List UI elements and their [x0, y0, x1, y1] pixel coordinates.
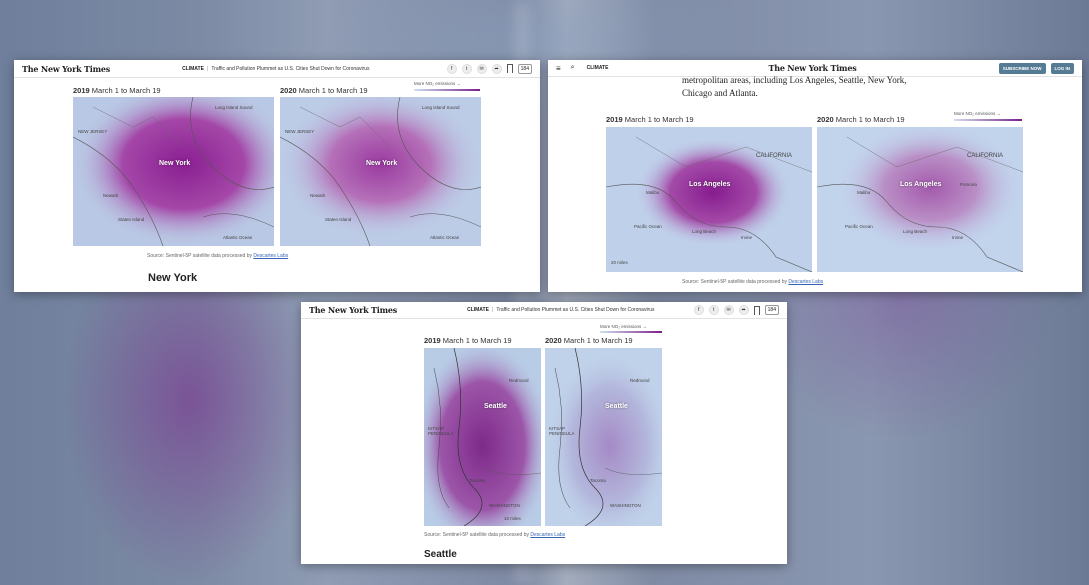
nyt-logo[interactable]: The New York Times: [22, 64, 110, 74]
subscribe-button[interactable]: SUBSCRIBE NOW: [998, 62, 1046, 74]
emissions-legend: More NO₂ emissions →: [954, 111, 1002, 116]
map-label: CALIFORNIA: [756, 153, 793, 159]
emissions-legend-bar: [414, 89, 480, 91]
seattle-map-2019: Seattle Redmond KITSAP PENINSULA Tacoma …: [424, 348, 541, 526]
article-headline: Traffic and Pollution Plummet as U.S. Ci…: [496, 307, 655, 313]
source-note: Source: Sentinel-5P satellite data proce…: [682, 279, 824, 285]
facebook-icon[interactable]: f: [693, 305, 704, 315]
map-label: Malibu: [646, 190, 660, 195]
nyt-window-los-angeles: ≡ ⌕ CLIMATE The New York Times SUBSCRIBE…: [548, 60, 1082, 292]
map-label: KITSAP PENINSULA: [428, 426, 454, 436]
comments-button[interactable]: 184: [764, 305, 779, 315]
city-label: Los Angeles: [689, 181, 731, 188]
menu-icon[interactable]: ≡: [556, 64, 561, 73]
la-map-2019: Los Angeles CALIFORNIA Malibu Pacific Oc…: [606, 127, 812, 272]
article-body: metropolitan areas, including Los Angele…: [682, 75, 907, 98]
twitter-icon[interactable]: t: [461, 63, 472, 74]
email-icon[interactable]: ✉: [476, 63, 487, 74]
ny-map-2019: New York NEW JERSEY Long Island Sound Ne…: [73, 97, 274, 246]
map-label: Newark: [310, 193, 326, 198]
map-caption-2020: 2020 March 1 to March 19: [280, 86, 368, 95]
email-icon[interactable]: ✉: [723, 305, 734, 315]
nyt-logo[interactable]: The New York Times: [768, 63, 856, 73]
seattle-map-2020: Seattle Redmond KITSAP PENINSULA Tacoma …: [545, 348, 662, 526]
share-icon[interactable]: ➦: [491, 63, 502, 74]
emissions-legend-bar: [954, 119, 1022, 121]
map-label: Pacific Ocean: [845, 224, 873, 229]
scale-label: 10 miles: [504, 516, 521, 521]
section-heading: New York: [148, 272, 198, 284]
article-headline: Traffic and Pollution Plummet as U.S. Ci…: [211, 65, 370, 72]
scale-label: 20 miles: [611, 260, 628, 265]
descartes-labs-link[interactable]: Descartes Labs: [788, 279, 823, 285]
share-icon[interactable]: ➦: [738, 305, 749, 315]
source-note: Source: Sentinel-5P satellite data proce…: [424, 532, 566, 538]
map-caption-2019: 2019 March 1 to March 19: [424, 336, 512, 345]
section-link[interactable]: CLIMATE: [467, 307, 489, 313]
search-icon[interactable]: ⌕: [571, 64, 575, 72]
facebook-icon[interactable]: f: [446, 63, 457, 74]
map-label: Irvine: [741, 235, 753, 240]
map-label: Staten Island: [325, 217, 352, 222]
map-label: CALIFORNIA: [967, 153, 1004, 159]
ny-map-2020: New York NEW JERSEY Long Island Sound Ne…: [280, 97, 481, 246]
descartes-labs-link[interactable]: Descartes Labs: [530, 532, 565, 538]
comments-button[interactable]: 184: [517, 63, 532, 74]
map-caption-2020: 2020 March 1 to March 19: [545, 336, 633, 345]
map-label: Atlantic Ocean: [430, 235, 460, 240]
map-label: WASHINGTON: [610, 503, 641, 508]
city-label: New York: [159, 160, 191, 167]
map-label: Long Island Sound: [215, 105, 253, 110]
map-label: KITSAP PENINSULA: [549, 426, 575, 436]
map-label: Malibu: [857, 190, 871, 195]
map-label: Staten Island: [118, 217, 145, 222]
city-label: New York: [366, 160, 398, 167]
map-caption-2019: 2019 March 1 to March 19: [73, 86, 161, 95]
map-label: Pomona: [960, 182, 977, 187]
map-label: WASHINGTON: [489, 503, 520, 508]
map-label: Atlantic Ocean: [223, 235, 253, 240]
nyt-window-new-york: The New York Times CLIMATE | Traffic and…: [14, 60, 540, 292]
login-button[interactable]: LOG IN: [1050, 62, 1074, 74]
la-map-2020: Los Angeles CALIFORNIA Malibu Pacific Oc…: [817, 127, 1023, 272]
section-link[interactable]: CLIMATE: [182, 66, 204, 72]
city-label: Seattle: [484, 403, 507, 410]
section-link[interactable]: CLIMATE: [587, 65, 609, 71]
source-note: Source: Sentinel-5P satellite data proce…: [147, 253, 289, 259]
city-label: Seattle: [605, 403, 628, 410]
map-label: Tacoma: [469, 478, 485, 483]
emissions-legend: More NO₂ emissions →: [414, 81, 462, 86]
nyt-header: The New York Times CLIMATE | Traffic and…: [301, 302, 787, 319]
descartes-labs-link[interactable]: Descartes Labs: [253, 253, 288, 259]
map-label: Long Beach: [903, 229, 928, 234]
bookmark-icon[interactable]: [506, 64, 513, 73]
map-label: Redmond: [630, 378, 650, 383]
section-heading: Seattle: [424, 549, 457, 560]
emissions-legend: More NO₂ emissions →: [600, 324, 648, 329]
map-caption-2019: 2019 March 1 to March 19: [606, 115, 694, 124]
twitter-icon[interactable]: t: [708, 305, 719, 315]
emissions-legend-bar: [600, 331, 662, 333]
map-label: NEW JERSEY: [285, 129, 315, 134]
bookmark-icon[interactable]: [753, 305, 760, 315]
map-label: Pacific Ocean: [634, 224, 662, 229]
city-label: Los Angeles: [900, 181, 942, 188]
nyt-header: The New York Times CLIMATE | Traffic and…: [14, 60, 540, 78]
map-label: NEW JERSEY: [78, 129, 108, 134]
map-label: Long Island Sound: [422, 105, 460, 110]
map-caption-2020: 2020 March 1 to March 19: [817, 115, 905, 124]
map-label: Redmond: [509, 378, 529, 383]
map-label: Tacoma: [590, 478, 606, 483]
map-label: Irvine: [952, 235, 964, 240]
map-label: Newark: [103, 193, 119, 198]
map-label: Long Beach: [692, 229, 717, 234]
nyt-window-seattle: The New York Times CLIMATE | Traffic and…: [301, 302, 787, 564]
nyt-logo[interactable]: The New York Times: [309, 305, 397, 315]
